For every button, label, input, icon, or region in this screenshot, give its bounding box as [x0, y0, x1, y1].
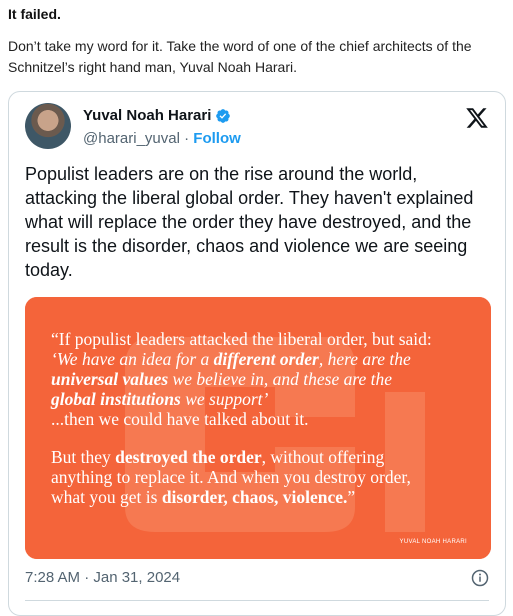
quote-segment: disorder, chaos, violence. [161, 487, 348, 507]
quote-segment: ...then we could have talked about it. [51, 409, 309, 429]
verified-badge-icon [216, 108, 231, 123]
article-paragraph: Don’t take my word for it. Take the word… [8, 38, 472, 75]
quote-segment: universal values [51, 369, 169, 389]
quote-line: global institutions we support’ [51, 389, 481, 409]
embedded-tweet-card[interactable]: Yuval Noah Harari @harari_yuval · Follow… [8, 91, 506, 616]
quote-segment: “If populist leaders attacked the libera… [51, 329, 432, 349]
quote-segment: , without offering [261, 447, 385, 467]
quote-segment: global institutions [51, 389, 181, 409]
card-divider [25, 600, 489, 601]
quote-segment: we support’ [180, 389, 269, 409]
tweet-timestamp[interactable]: 7:28 AM · Jan 31, 2024 [25, 569, 180, 586]
quote-line: But they destroyed the order, without of… [51, 447, 481, 467]
handle-row: @harari_yuval · Follow [83, 130, 241, 147]
quote-line: universal values we believe in, and thes… [51, 369, 481, 389]
article-title: It failed. [8, 6, 61, 22]
quote-text: “If populist leaders attacked the libera… [51, 329, 481, 507]
quote-segment: But they [51, 447, 116, 467]
quote-line: ...then we could have talked about it. [51, 409, 481, 429]
quote-gap [51, 429, 481, 447]
quote-segment: , here are the [318, 349, 411, 369]
quote-segment: destroyed the order [115, 447, 262, 467]
quote-line: ‘We have an idea for a different order, … [51, 349, 481, 369]
quote-segment: ‘We have an idea for a [51, 349, 214, 369]
info-icon[interactable] [471, 569, 489, 587]
quote-credit: YUVAL NOAH HARARI [399, 539, 467, 545]
author-handle[interactable]: @harari_yuval [83, 130, 180, 147]
avatar[interactable] [25, 103, 71, 149]
quote-segment: we believe in, and these are the [168, 369, 393, 389]
quote-segment: what you get is [51, 487, 162, 507]
author-row: Yuval Noah Harari [83, 107, 231, 124]
quote-segment: ” [347, 487, 356, 507]
x-logo-icon[interactable] [465, 106, 489, 130]
quote-line: “If populist leaders attacked the libera… [51, 329, 481, 349]
quote-segment: anything to replace it. And when you des… [51, 467, 411, 487]
quote-line: anything to replace it. And when you des… [51, 467, 481, 487]
quote-segment: different order [213, 349, 319, 369]
separator: · [179, 130, 194, 147]
tweet-media-image[interactable]: “If populist leaders attacked the libera… [25, 297, 491, 559]
tweet-text: Populist leaders are on the rise around … [25, 164, 474, 280]
author-name[interactable]: Yuval Noah Harari [83, 107, 211, 124]
quote-line: what you get is disorder, chaos, violenc… [51, 487, 481, 507]
follow-button[interactable]: Follow [193, 130, 241, 147]
